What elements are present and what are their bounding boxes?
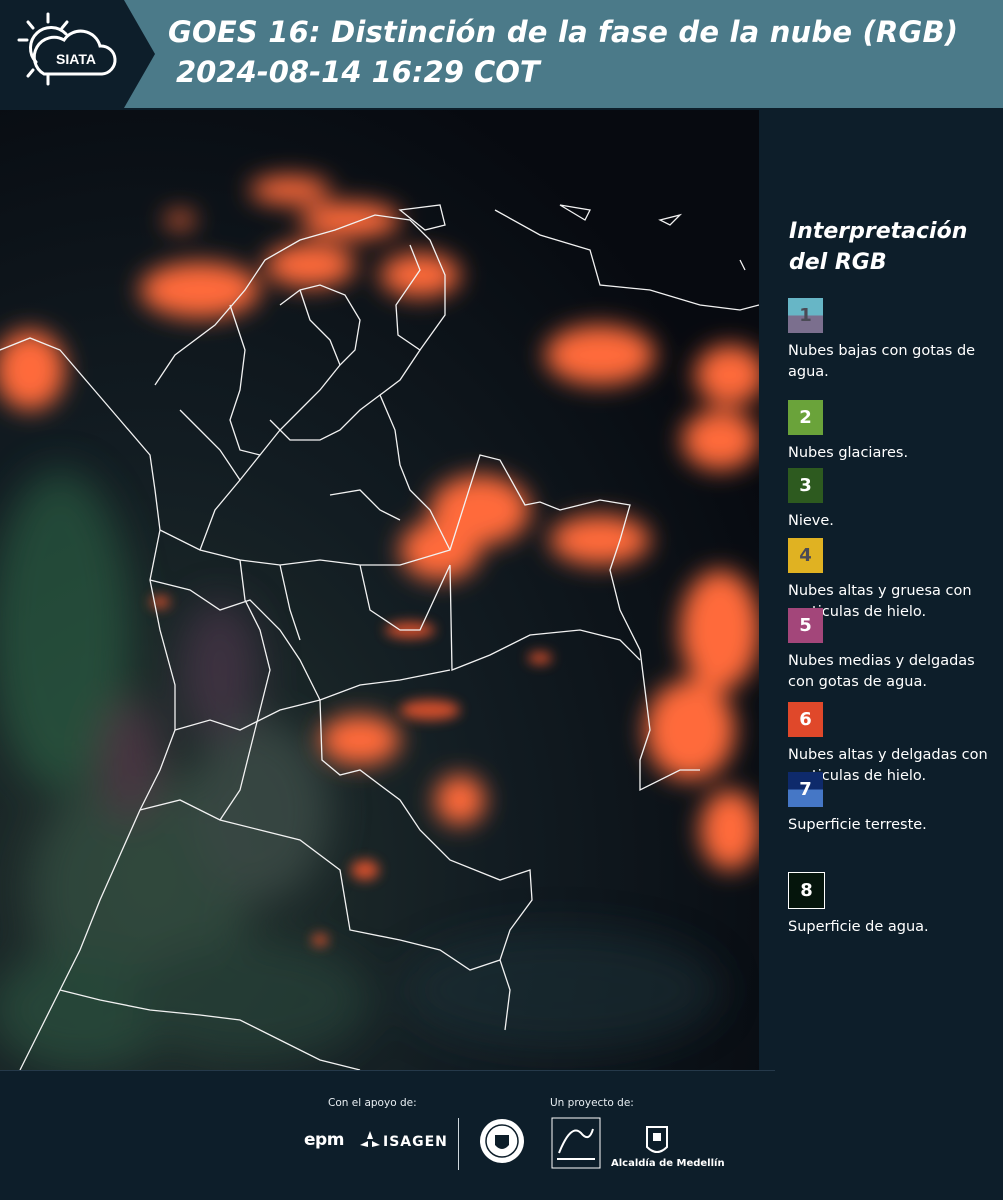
- legend-number: 6: [799, 709, 812, 730]
- legend-swatch: 3: [788, 468, 823, 503]
- legend-title: Interpretación del RGB: [789, 219, 968, 275]
- map-image: [0, 176, 759, 1070]
- legend-swatch: 6: [788, 702, 823, 737]
- footer: Con el apoyo de: Un proyecto de: epm ISA…: [0, 1070, 1003, 1200]
- legend-label: Superficie terreste.: [788, 817, 927, 833]
- legend-label: Superficie de agua.: [788, 919, 929, 935]
- isagen-logo: ISAGEN: [383, 1134, 448, 1150]
- legend-item-2: 2 Nubes glaciares.: [788, 400, 988, 464]
- isagen-mark-icon: [360, 1131, 380, 1147]
- legend-number: 3: [799, 475, 812, 496]
- legend-swatch: 4: [788, 538, 823, 573]
- header: SIATA GOES 16: Distinción de la fase de …: [0, 0, 1003, 108]
- legend-number: 8: [800, 880, 813, 901]
- legend-label: Nieve.: [788, 513, 834, 529]
- legend-label: Nubes glaciares.: [788, 445, 909, 461]
- epm-logo: epm: [304, 1130, 344, 1150]
- page-title: GOES 16: Distinción de la fase de la nub…: [168, 15, 959, 49]
- legend-swatch: 7: [788, 772, 823, 807]
- legend-item-5: 5 Nubes medias y delgadas con gotas de ag…: [788, 608, 988, 693]
- legend-number: 7: [799, 779, 812, 800]
- footer-divider: [0, 1070, 775, 1071]
- legend-number: 2: [799, 407, 812, 428]
- project-label: Un proyecto de:: [550, 1097, 634, 1109]
- legend-panel: Interpretación del RGB 1 Nubes bajas con …: [760, 110, 1003, 1070]
- legend-number: 4: [799, 545, 812, 566]
- siata-logo-icon: SIATA: [17, 12, 117, 86]
- legend-item-7: 7 Superficie terreste.: [788, 772, 988, 836]
- support-label: Con el apoyo de:: [328, 1097, 417, 1109]
- alcaldia-label: Alcaldía de Medellín: [611, 1158, 725, 1169]
- page-timestamp: 2024-08-14 16:29 COT: [176, 55, 540, 89]
- logo-text: SIATA: [56, 51, 96, 67]
- legend-item-1: 1 Nubes bajas con gotas de agua.: [788, 298, 988, 383]
- legend-swatch: 1: [788, 298, 823, 333]
- legend-swatch: 8: [788, 872, 825, 909]
- legend-number: 5: [799, 615, 812, 636]
- antioquia-seal-icon: [480, 1119, 524, 1163]
- area-metropolitana-logo-icon: [551, 1117, 601, 1169]
- legend-label: Nubes bajas con gotas de agua.: [788, 343, 976, 380]
- legend-swatch: 5: [788, 608, 823, 643]
- legend-swatch: 2: [788, 400, 823, 435]
- legend-number: 1: [799, 305, 812, 326]
- legend-item-3: 3 Nieve.: [788, 468, 988, 532]
- satellite-map[interactable]: [0, 110, 759, 1070]
- legend-item-8: 8 Superficie de agua.: [788, 872, 988, 938]
- legend-label: Nubes medias y delgadas con gotas de agu…: [788, 653, 975, 690]
- footer-separator: [458, 1118, 459, 1170]
